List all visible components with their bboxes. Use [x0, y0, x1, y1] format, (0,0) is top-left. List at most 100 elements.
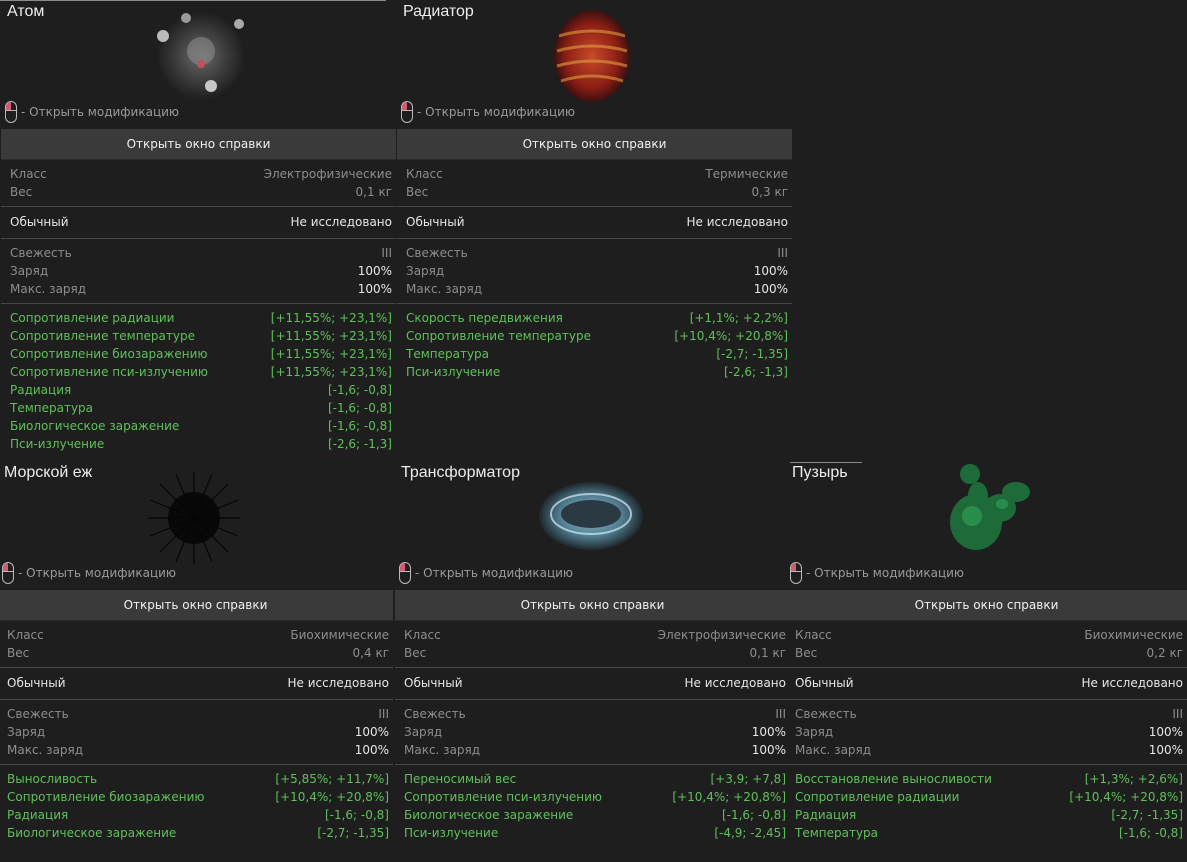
rarity-label: Обычный — [404, 676, 463, 690]
transformer-artifact-image — [539, 482, 643, 550]
class-weight-section: Класс Электрофизические Вес 0,1 кг — [395, 621, 790, 668]
stat-row: Пси-излучение [-2,6; -1,3] — [406, 365, 788, 379]
charge-section: Свежесть III Заряд 100% Макс. заряд 100% — [395, 700, 790, 765]
stats-section: Восстановление выносливости [+1,3%; +2,6%… — [786, 765, 1187, 847]
rarity-label: Обычный — [406, 215, 465, 229]
open-modification-label: - Открыть модификацию — [806, 566, 965, 580]
weight-value: 0,2 кг — [1146, 646, 1183, 660]
open-modification-button[interactable]: - Открыть модификацию — [2, 560, 176, 586]
max-charge-row: Макс. заряд 100% — [795, 743, 1183, 757]
research-status: Не исследовано — [290, 215, 392, 229]
open-help-button[interactable]: Открыть окно справки — [1, 129, 396, 160]
charge-section: Свежесть III Заряд 100% Макс. заряд 100% — [397, 239, 792, 304]
stat-row: Сопротивление биозаражению [+11,55%; +23,… — [10, 347, 392, 361]
stat-row: Температура [-2,7; -1,35] — [406, 347, 788, 361]
open-modification-button[interactable]: - Открыть модификацию — [399, 560, 573, 586]
stat-row: Сопротивление радиации [+11,55%; +23,1%] — [10, 311, 392, 325]
artifact-card-bubble: Пузырь - Открыть модификацию Открыть окн… — [786, 462, 1187, 847]
charge-row: Заряд 100% — [795, 725, 1183, 739]
max-charge-row: Макс. заряд 100% — [404, 743, 786, 757]
charge-section: Свежесть III Заряд 100% Макс. заряд 100% — [1, 239, 396, 304]
artifact-card-transformer: Трансформатор - Открыть модификацию Откр… — [395, 462, 790, 847]
artifact-header: Радиатор - Открыть модификацию — [397, 1, 792, 129]
open-modification-label: - Открыть модификацию — [415, 566, 574, 580]
artifact-card-atom: Атом - Открыть модификацию Открыть окно … — [1, 1, 396, 458]
mouse-left-click-icon — [399, 562, 411, 584]
open-help-button[interactable]: Открыть окно справки — [0, 590, 393, 621]
weight-row: Вес 0,1 кг — [404, 646, 786, 660]
weight-value: 0,1 кг — [355, 185, 392, 199]
rarity-label: Обычный — [10, 215, 69, 229]
open-modification-button[interactable]: - Открыть модификацию — [5, 99, 179, 125]
charge-row: Заряд 100% — [7, 725, 389, 739]
stat-row: Сопротивление температуре [+10,4%; +20,8%… — [406, 329, 788, 343]
stat-row: Сопротивление температуре [+11,55%; +23,1… — [10, 329, 392, 343]
weight-row: Вес 0,3 кг — [406, 185, 788, 199]
stat-row: Радиация [-2,7; -1,35] — [795, 808, 1183, 822]
freshness-row: Свежесть III — [404, 707, 786, 721]
artifact-header: Морской еж - Открыть модификацию — [0, 462, 393, 590]
class-weight-section: Класс Биохимические Вес 0,4 кг — [0, 621, 393, 668]
stat-row: Пси-излучение [-2,6; -1,3] — [10, 437, 392, 451]
mouse-left-click-icon — [790, 562, 802, 584]
artifact-name: Радиатор — [403, 3, 474, 20]
open-modification-button[interactable]: - Открыть модификацию — [790, 560, 964, 586]
max-charge-row: Макс. заряд 100% — [10, 282, 392, 296]
status-section: Обычный Не исследовано — [1, 207, 396, 239]
research-status: Не исследовано — [1081, 676, 1183, 690]
stats-section: Сопротивление радиации [+11,55%; +23,1%] … — [1, 304, 396, 458]
rarity-label: Обычный — [795, 676, 854, 690]
stat-row: Восстановление выносливости [+1,3%; +2,6%… — [795, 772, 1183, 786]
freshness-row: Свежесть III — [10, 246, 392, 260]
artifact-name: Трансформатор — [401, 464, 520, 481]
class-weight-section: Класс Термические Вес 0,3 кг — [397, 160, 792, 207]
sea-urchin-artifact-image — [148, 472, 240, 564]
freshness-row: Свежесть III — [795, 707, 1183, 721]
open-help-button[interactable]: Открыть окно справки — [395, 590, 790, 621]
artifact-name: Пузырь — [792, 464, 848, 481]
stat-row: Сопротивление биозаражению [+10,4%; +20,8… — [7, 790, 389, 804]
class-row: Класс Термические — [406, 167, 788, 181]
artifact-name: Морской еж — [4, 464, 93, 481]
class-row: Класс Электрофизические — [10, 167, 392, 181]
weight-row: Вес 0,1 кг — [10, 185, 392, 199]
stat-row: Выносливость [+5,85%; +11,7%] — [7, 772, 389, 786]
stat-row: Температура [-1,6; -0,8] — [10, 401, 392, 415]
stat-row: Сопротивление пси-излучению [+11,55%; +23… — [10, 365, 392, 379]
stat-row: Скорость передвижения [+1,1%; +2,2%] — [406, 311, 788, 325]
stat-row: Биологическое заражение [-1,6; -0,8] — [404, 808, 786, 822]
stats-section: Выносливость [+5,85%; +11,7%] Сопротивлен… — [0, 765, 393, 847]
status-section: Обычный Не исследовано — [397, 207, 792, 239]
stat-row: Сопротивление радиации [+10,4%; +20,8%] — [795, 790, 1183, 804]
weight-value: 0,3 кг — [751, 185, 788, 199]
weight-value: 0,1 кг — [749, 646, 786, 660]
weight-row: Вес 0,4 кг — [7, 646, 389, 660]
charge-section: Свежесть III Заряд 100% Макс. заряд 100% — [0, 700, 393, 765]
stat-row: Температура [-1,6; -0,8] — [795, 826, 1183, 840]
artifact-header: Пузырь - Открыть модификацию — [786, 462, 1187, 590]
max-charge-row: Макс. заряд 100% — [7, 743, 389, 757]
artifact-name: Атом — [7, 3, 45, 20]
open-modification-button[interactable]: - Открыть модификацию — [401, 99, 575, 125]
open-help-button[interactable]: Открыть окно справки — [786, 590, 1187, 621]
open-help-button[interactable]: Открыть окно справки — [397, 129, 792, 160]
weight-value: 0,4 кг — [352, 646, 389, 660]
class-row: Класс Биохимические — [7, 628, 389, 642]
status-section: Обычный Не исследовано — [395, 668, 790, 700]
open-modification-label: - Открыть модификацию — [417, 105, 576, 119]
status-section: Обычный Не исследовано — [786, 668, 1187, 700]
stat-row: Переносимый вес [+3,9; +7,8] — [404, 772, 786, 786]
max-charge-row: Макс. заряд 100% — [406, 282, 788, 296]
class-weight-section: Класс Электрофизические Вес 0,1 кг — [1, 160, 396, 207]
artifact-header: Атом - Открыть модификацию — [1, 1, 396, 129]
class-row: Класс Электрофизические — [404, 628, 786, 642]
open-modification-label: - Открыть модификацию — [21, 105, 180, 119]
stat-row: Радиация [-1,6; -0,8] — [7, 808, 389, 822]
bubble-artifact-image — [950, 464, 1030, 550]
weight-row: Вес 0,2 кг — [795, 646, 1183, 660]
class-value: Электрофизические — [263, 167, 392, 181]
class-value: Электрофизические — [657, 628, 786, 642]
charge-row: Заряд 100% — [404, 725, 786, 739]
class-weight-section: Класс Биохимические Вес 0,2 кг — [786, 621, 1187, 668]
artifact-header: Трансформатор - Открыть модификацию — [395, 462, 790, 590]
